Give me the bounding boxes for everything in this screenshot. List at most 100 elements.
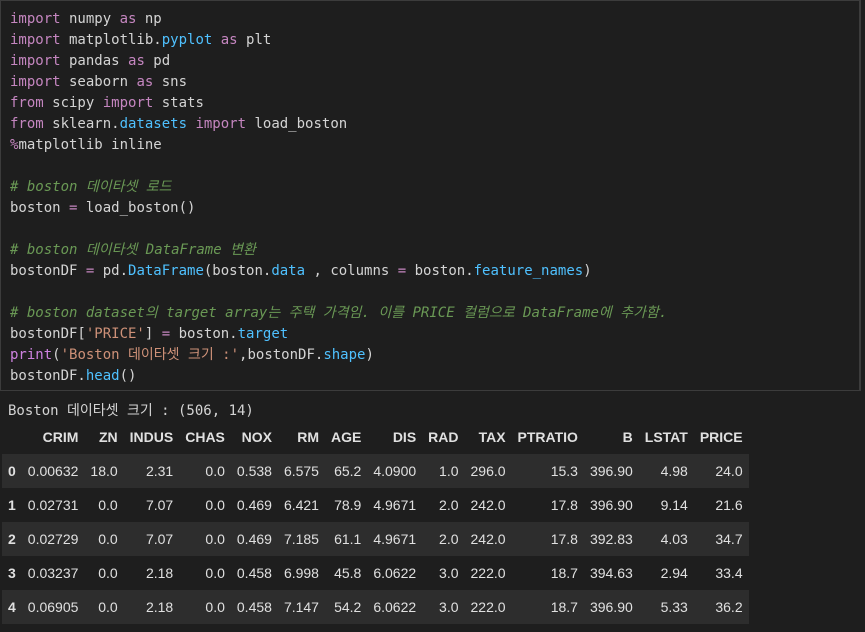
code-line: import pandas as pd <box>10 51 667 72</box>
code-token: pyplot <box>161 32 213 48</box>
code-token: print <box>10 347 53 363</box>
row-index: 2 <box>8 531 16 547</box>
table-cell: 18.0 <box>90 463 118 479</box>
code-token: import <box>10 74 61 90</box>
table-cell: 2.31 <box>145 463 174 479</box>
column-header: TAX <box>478 429 506 445</box>
table-cell: 6.421 <box>283 497 319 513</box>
code-token: ] <box>144 326 162 342</box>
code-token: seaborn <box>60 74 137 90</box>
code-line: print('Boston 데이타셋 크기 :',bostonDF.shape) <box>10 345 667 366</box>
column-header: RM <box>297 429 319 445</box>
code-token: ,bostonDF. <box>239 347 324 363</box>
code-token: = <box>397 263 407 279</box>
table-header-row: CRIM ZN INDUS CHAS NOX RM AGE DIS RAD TAX PTRATIO B… <box>2 420 749 454</box>
table-cell: 78.9 <box>334 497 362 513</box>
code-token: import <box>10 11 61 27</box>
table-cell: 0.458 <box>236 565 272 581</box>
table-row: 3 0.03237 0.0 2.18 0.0 0.458 6.998 45.8 6.0622 3.… <box>2 556 749 590</box>
code-token: boston. <box>406 263 474 279</box>
table-row: 2 0.02729 0.0 7.07 0.0 0.469 7.185 61.1 4.9671 2.… <box>2 522 749 556</box>
table-cell: 2.18 <box>145 565 174 581</box>
table-cell: 4.9671 <box>373 497 417 513</box>
table-cell: 6.575 <box>283 463 319 479</box>
column-header: B <box>622 429 633 445</box>
table-cell: 17.8 <box>550 531 578 547</box>
table-cell: 4.0900 <box>373 463 417 479</box>
table-cell: 0.469 <box>236 497 272 513</box>
code-token: stats <box>153 95 204 111</box>
table-cell: 2.18 <box>145 599 174 615</box>
table-cell: 65.2 <box>334 463 362 479</box>
dataframe-table: CRIM ZN INDUS CHAS NOX RM AGE DIS RAD TAX PTRATIO B… <box>2 420 749 624</box>
table-cell: 6.998 <box>283 565 319 581</box>
column-header: NOX <box>241 429 272 445</box>
code-token: bostonDF <box>10 263 86 279</box>
code-token: matplotlib. <box>60 32 162 48</box>
code-line: from sklearn.datasets import load_boston <box>10 114 667 135</box>
code-token: as <box>136 74 154 90</box>
code-token: 'PRICE' <box>85 326 145 342</box>
code-token: as <box>220 32 238 48</box>
code-token: scipy <box>43 95 103 111</box>
code-token: # boston 데이타셋 DataFrame 변환 <box>10 242 256 258</box>
table-cell: 3.0 <box>439 599 459 615</box>
table-cell: 7.147 <box>283 599 319 615</box>
code-token: # boston dataset의 target array는 주택 가격임. … <box>10 305 668 321</box>
table-cell: 61.1 <box>334 531 362 547</box>
table-cell: 222.0 <box>470 565 506 581</box>
code-token: import <box>195 116 247 132</box>
code-line: # boston 데이타셋 DataFrame 변환 <box>10 240 667 261</box>
table-cell: 222.0 <box>470 599 506 615</box>
code-token: boston. <box>170 326 238 342</box>
code-token: pd. <box>94 263 129 279</box>
code-token: as <box>128 53 145 69</box>
table-cell: 396.90 <box>589 497 633 513</box>
table-cell: 0.0 <box>98 599 118 615</box>
code-token: () <box>119 368 137 384</box>
table-cell: 0.03237 <box>27 565 79 581</box>
row-index: 1 <box>8 497 16 513</box>
table-cell: 0.469 <box>236 531 272 547</box>
column-header: PTRATIO <box>517 429 578 445</box>
table-cell: 24.0 <box>715 463 743 479</box>
column-header <box>2 420 22 454</box>
code-line: import numpy as np <box>10 9 667 30</box>
row-index: 4 <box>8 599 16 615</box>
code-token: sklearn. <box>43 116 120 132</box>
table-cell: 18.7 <box>550 599 578 615</box>
table-cell: 0.0 <box>98 497 118 513</box>
table-cell: 6.0622 <box>373 599 417 615</box>
code-token: target <box>237 326 289 342</box>
code-token: bostonDF. <box>10 368 86 384</box>
code-line: %matplotlib inline <box>10 135 667 156</box>
code-editor[interactable]: import numpy as np import matplotlib.pypl… <box>10 9 667 387</box>
table-cell: 396.90 <box>589 599 633 615</box>
code-line: bostonDF['PRICE'] = boston.target <box>10 324 667 345</box>
column-header: PRICE <box>699 429 743 445</box>
code-cell-input[interactable]: import numpy as np import matplotlib.pypl… <box>0 0 861 391</box>
table-cell: 2.94 <box>660 565 688 581</box>
code-token: shape <box>323 347 366 363</box>
table-row: 4 0.06905 0.0 2.18 0.0 0.458 7.147 54.2 6.0622 3.… <box>2 590 749 624</box>
code-token: load_boston() <box>77 200 196 216</box>
table-cell: 0.0 <box>205 565 225 581</box>
code-line: bostonDF.head() <box>10 366 667 387</box>
code-token: head <box>85 368 120 384</box>
code-line: boston = load_boston() <box>10 198 667 219</box>
table-cell: 0.458 <box>236 599 272 615</box>
code-token: = <box>161 326 171 342</box>
table-cell: 0.0 <box>205 497 225 513</box>
table-cell: 0.538 <box>236 463 272 479</box>
table-cell: 0.0 <box>205 463 225 479</box>
code-token: ( <box>52 347 61 363</box>
code-token: as <box>119 11 137 27</box>
code-token: load_boston <box>246 116 348 132</box>
column-header: ZN <box>98 429 118 445</box>
code-token: ) <box>583 263 592 279</box>
table-cell: 0.00632 <box>27 463 79 479</box>
code-token: bostonDF[ <box>10 326 86 342</box>
